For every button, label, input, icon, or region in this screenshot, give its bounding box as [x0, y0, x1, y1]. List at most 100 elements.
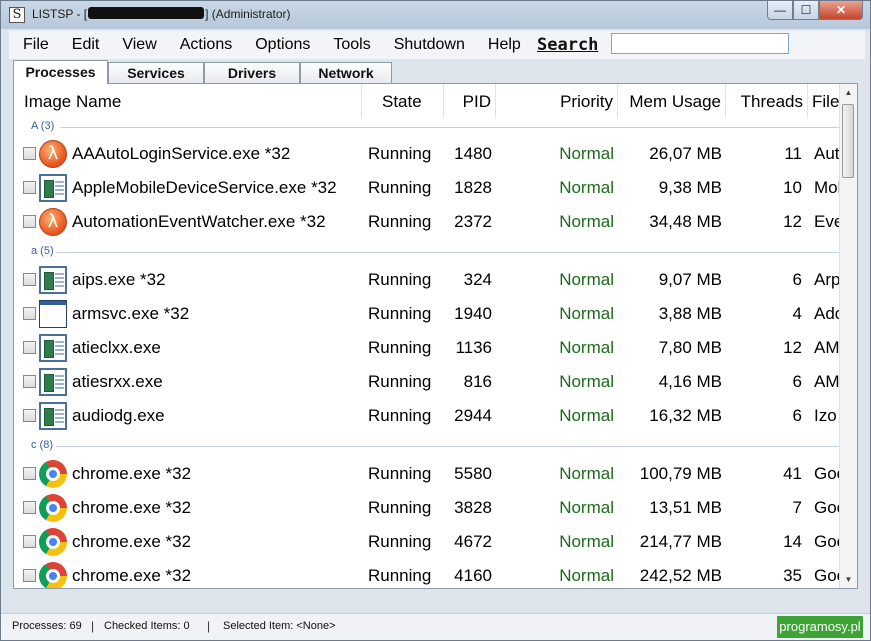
- row-checkbox[interactable]: [23, 307, 36, 320]
- window-title: LISTSP - [] (Administrator): [32, 7, 291, 21]
- process-list[interactable]: Image Name State PID Priority Mem Usage …: [13, 83, 858, 589]
- column-state[interactable]: State: [362, 84, 444, 118]
- cell-state: Running: [368, 372, 432, 391]
- menu-view[interactable]: View: [108, 36, 165, 54]
- table-row[interactable]: armsvc.exe *32 Running 1940 Normal 3,88 …: [14, 297, 840, 331]
- cell-file: Mob: [814, 178, 840, 197]
- cell-mem-usage: 26,07 MB: [649, 144, 722, 163]
- search-input[interactable]: [611, 33, 789, 54]
- menu-options[interactable]: Options: [241, 36, 319, 54]
- menu-help[interactable]: Help: [474, 36, 530, 54]
- group-header[interactable]: a (5): [14, 243, 840, 261]
- table-row[interactable]: aips.exe *32 Running 324 Normal 9,07 MB …: [14, 263, 840, 297]
- row-checkbox[interactable]: [23, 375, 36, 388]
- menu-shutdown[interactable]: Shutdown: [380, 36, 474, 54]
- cell-pid: 1480: [454, 144, 492, 163]
- cell-state: Running: [368, 144, 432, 163]
- minimize-button[interactable]: —: [767, 1, 793, 20]
- scroll-thumb[interactable]: [842, 104, 854, 178]
- cell-file: Goo: [814, 464, 840, 483]
- tab-strip: Processes Services Drivers Network: [13, 59, 392, 84]
- exe-icon: [39, 174, 67, 202]
- maximize-button[interactable]: ☐: [793, 1, 819, 20]
- watermark-badge: programosy.pl: [777, 616, 863, 638]
- cell-state: Running: [368, 406, 432, 425]
- cell-mem-usage: 3,88 MB: [658, 304, 722, 323]
- row-checkbox[interactable]: [23, 147, 36, 160]
- table-row[interactable]: chrome.exe *32 Running 4160 Normal 242,5…: [14, 559, 840, 588]
- cell-threads: 14: [783, 532, 802, 551]
- column-threads[interactable]: Threads: [726, 84, 808, 118]
- cell-file: Goo: [814, 566, 840, 585]
- cell-priority: Normal: [559, 338, 614, 357]
- menu-file[interactable]: File: [9, 36, 58, 54]
- menu-edit[interactable]: Edit: [58, 36, 109, 54]
- table-row[interactable]: λ AAAutoLoginService.exe *32 Running 148…: [14, 137, 840, 171]
- table-row[interactable]: chrome.exe *32 Running 3828 Normal 13,51…: [14, 491, 840, 525]
- cell-priority: Normal: [559, 566, 614, 585]
- menu-tools[interactable]: Tools: [319, 36, 379, 54]
- table-row[interactable]: chrome.exe *32 Running 4672 Normal 214,7…: [14, 525, 840, 559]
- row-checkbox[interactable]: [23, 535, 36, 548]
- cell-file: Eve: [814, 212, 840, 231]
- table-row[interactable]: chrome.exe *32 Running 5580 Normal 100,7…: [14, 457, 840, 491]
- row-checkbox[interactable]: [23, 501, 36, 514]
- table-row[interactable]: λ AutomationEventWatcher.exe *32 Running…: [14, 205, 840, 239]
- cell-priority: Normal: [559, 372, 614, 391]
- scroll-down-icon[interactable]: ▼: [840, 571, 857, 588]
- group-label: c (8): [31, 439, 53, 451]
- group-header[interactable]: c (8): [14, 437, 840, 455]
- status-processes: Processes: 69: [12, 620, 82, 632]
- row-checkbox[interactable]: [23, 181, 36, 194]
- title-bar[interactable]: S LISTSP - [] (Administrator) — ☐ ✕: [1, 1, 870, 29]
- menu-bar: File Edit View Actions Options Tools Shu…: [9, 31, 865, 59]
- scroll-up-icon[interactable]: ▲: [840, 84, 857, 101]
- chrome-icon: [39, 460, 67, 488]
- cell-image-name: chrome.exe *32: [72, 566, 192, 585]
- adobe-icon: λ: [39, 208, 67, 236]
- cell-state: Running: [368, 498, 432, 517]
- search-label: Search: [537, 35, 599, 55]
- table-row[interactable]: AppleMobileDeviceService.exe *32 Running…: [14, 171, 840, 205]
- cell-pid: 4160: [454, 566, 492, 585]
- tab-drivers[interactable]: Drivers: [204, 62, 300, 83]
- menu-actions[interactable]: Actions: [166, 36, 241, 54]
- exe-icon: [39, 368, 67, 396]
- table-row[interactable]: audiodg.exe Running 2944 Normal 16,32 MB…: [14, 399, 840, 433]
- table-row[interactable]: atiesrxx.exe Running 816 Normal 4,16 MB …: [14, 365, 840, 399]
- cell-pid: 4672: [454, 532, 492, 551]
- column-priority[interactable]: Priority: [496, 84, 618, 118]
- cell-file: Goo: [814, 498, 840, 517]
- cell-threads: 35: [783, 566, 802, 585]
- table-row[interactable]: atieclxx.exe Running 1136 Normal 7,80 MB…: [14, 331, 840, 365]
- cell-file: Auto: [814, 144, 840, 163]
- cell-threads: 10: [783, 178, 802, 197]
- row-checkbox[interactable]: [23, 409, 36, 422]
- column-image-name[interactable]: Image Name: [20, 84, 362, 118]
- status-checked-items: Checked Items: 0: [104, 620, 190, 632]
- close-button[interactable]: ✕: [819, 1, 863, 20]
- row-checkbox[interactable]: [23, 467, 36, 480]
- column-header: Image Name State PID Priority Mem Usage …: [14, 84, 840, 118]
- status-separator: |: [207, 619, 211, 633]
- row-checkbox[interactable]: [23, 569, 36, 582]
- row-checkbox[interactable]: [23, 215, 36, 228]
- column-file[interactable]: File: [808, 84, 840, 118]
- column-mem-usage[interactable]: Mem Usage: [618, 84, 726, 118]
- row-checkbox[interactable]: [23, 273, 36, 286]
- cell-threads: 41: [783, 464, 802, 483]
- row-checkbox[interactable]: [23, 341, 36, 354]
- tab-processes[interactable]: Processes: [13, 60, 108, 84]
- tab-services[interactable]: Services: [108, 62, 204, 83]
- cell-state: Running: [368, 178, 432, 197]
- vertical-scrollbar[interactable]: ▲ ▼: [839, 84, 857, 588]
- group-header[interactable]: A (3): [14, 118, 840, 136]
- exe-icon: [39, 334, 67, 362]
- cell-pid: 1828: [454, 178, 492, 197]
- tab-network[interactable]: Network: [300, 62, 392, 83]
- cell-image-name: atieclxx.exe: [72, 338, 161, 357]
- column-pid[interactable]: PID: [444, 84, 496, 118]
- app-icon[interactable]: S: [9, 7, 25, 23]
- cell-threads: 7: [792, 498, 802, 517]
- cell-file: AMD: [814, 372, 840, 391]
